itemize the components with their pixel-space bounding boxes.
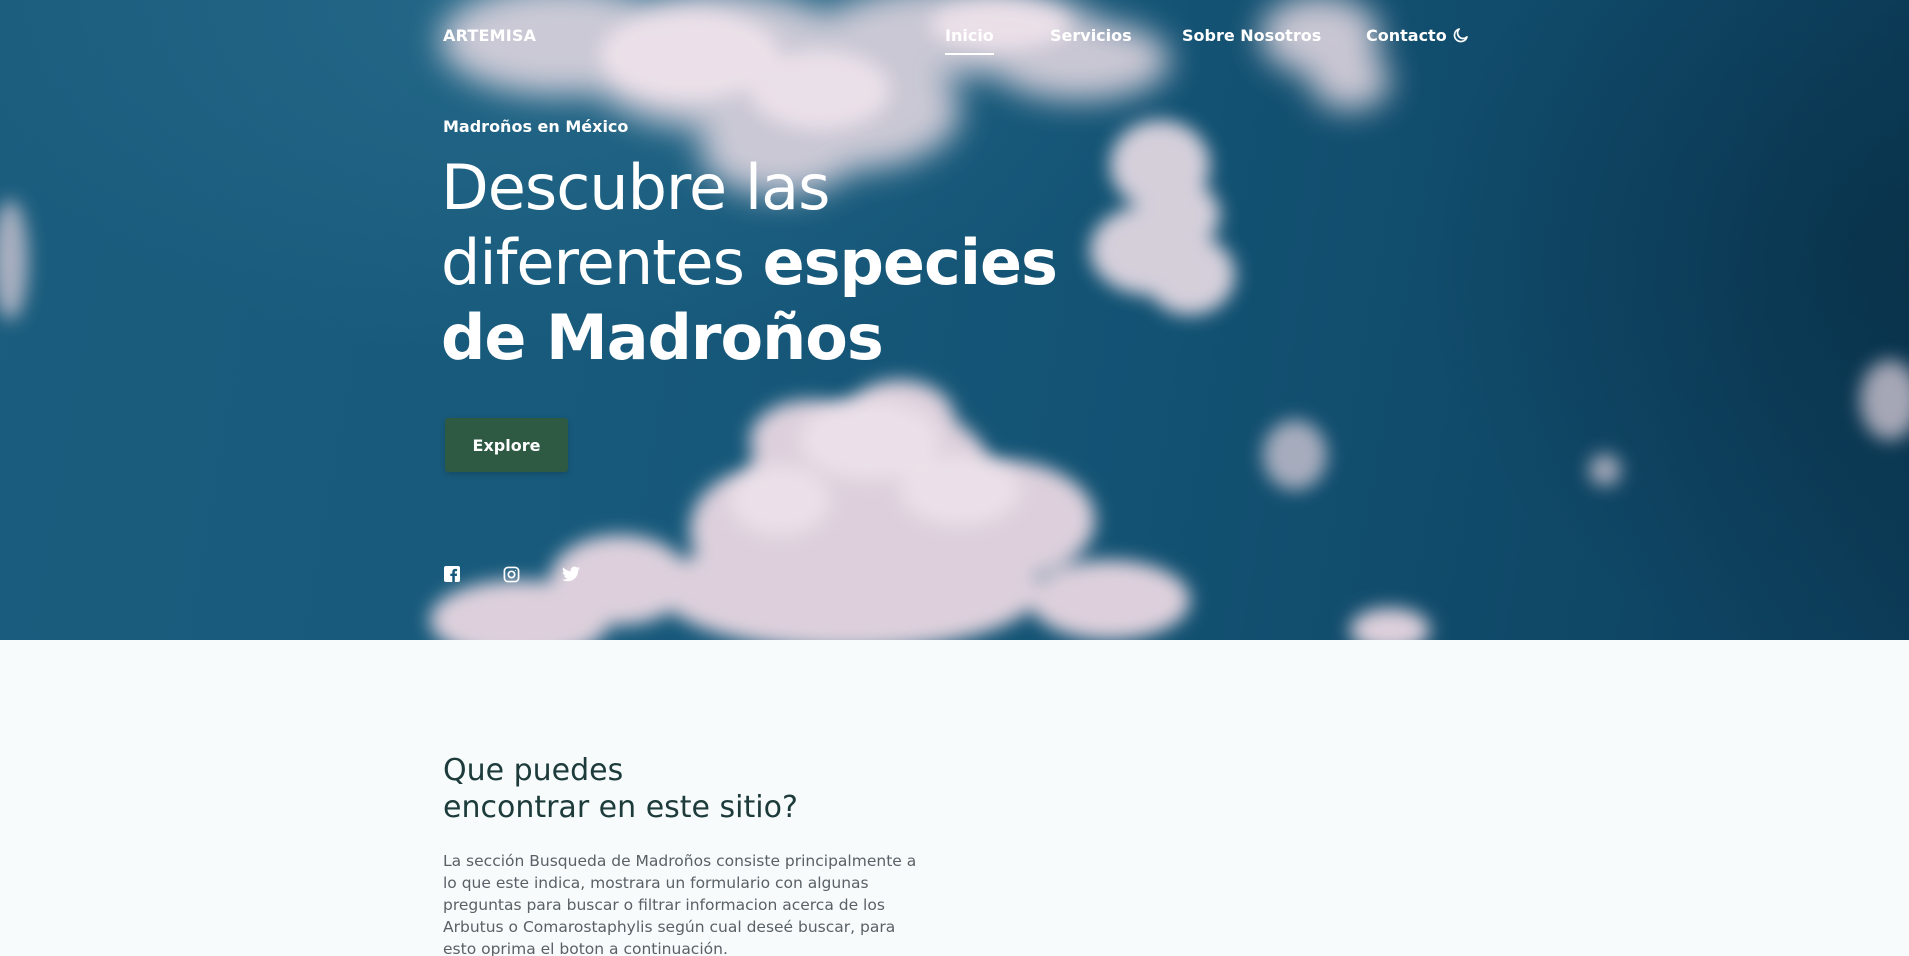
explore-button[interactable]: Explore — [445, 418, 568, 472]
twitter-icon[interactable] — [562, 566, 580, 584]
section-paragraph: La sección Busqueda de Madroños consiste… — [443, 852, 917, 956]
nav-item-servicios[interactable]: Servicios — [1050, 26, 1132, 45]
nav-item-contacto[interactable]: Contacto — [1366, 26, 1447, 45]
hero-title-line1: Descubre las — [441, 151, 830, 224]
instagram-icon[interactable] — [503, 566, 521, 584]
section-heading-line1: Que puedes — [443, 753, 624, 788]
facebook-icon[interactable] — [444, 566, 462, 584]
brand-logo[interactable]: ARTEMISA — [443, 26, 536, 45]
hero-title-line2-bold: especies — [762, 226, 1058, 299]
section-heading: Que puedes encontrar en este sitio? — [443, 752, 1043, 826]
top-navbar: ARTEMISA Inicio Servicios Sobre Nosotros… — [443, 0, 1473, 72]
hero-title-line2-light: diferentes — [441, 226, 763, 299]
section-heading-line2: encontrar en este sitio? — [443, 790, 798, 825]
nav-item-inicio[interactable]: Inicio — [945, 26, 994, 55]
nav-item-sobre-nosotros[interactable]: Sobre Nosotros — [1182, 26, 1321, 45]
page: ARTEMISA Inicio Servicios Sobre Nosotros… — [0, 0, 1909, 956]
hero-section: ARTEMISA Inicio Servicios Sobre Nosotros… — [0, 0, 1909, 640]
hero-title: Descubre las diferentes especies de Madr… — [441, 150, 1141, 375]
hero-subtitle: Madroños en México — [443, 117, 629, 136]
moon-icon[interactable] — [1452, 26, 1470, 44]
hero-title-line3: de Madroños — [441, 301, 884, 374]
